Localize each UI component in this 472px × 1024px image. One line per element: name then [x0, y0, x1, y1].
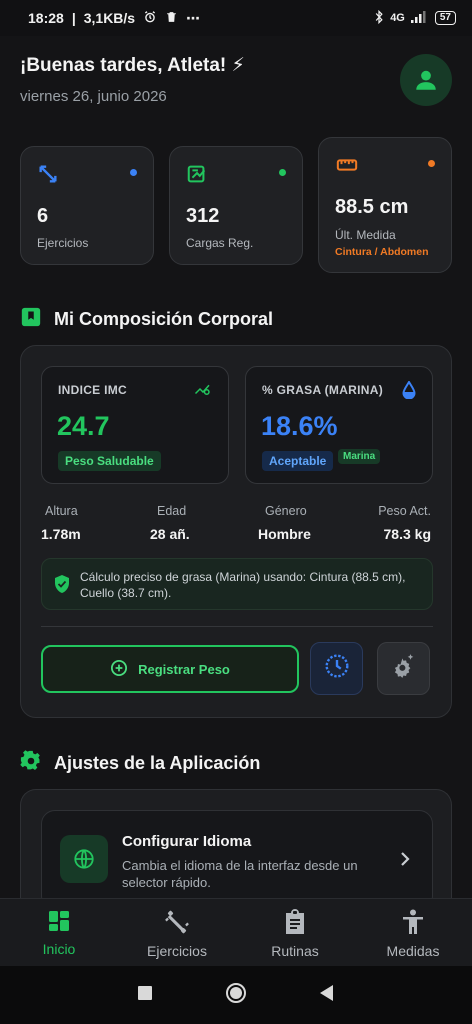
bottom-navigation: Inicio Ejercicios Rutinas Medidas — [0, 898, 472, 966]
body-fat-status-badge: Aceptable — [262, 451, 334, 471]
home-button[interactable] — [225, 982, 247, 1009]
plus-circle-icon — [110, 659, 128, 680]
history-clock-icon — [324, 653, 350, 684]
signal-icon — [410, 10, 429, 26]
last-measure-area: Cintura / Abdomen — [335, 246, 429, 258]
globe-icon-container — [60, 835, 108, 883]
gear-icon — [20, 750, 42, 777]
nav-label: Inicio — [42, 941, 76, 957]
age-label: Edad — [157, 504, 187, 518]
status-separator: | — [71, 10, 76, 26]
exercises-count: 6 — [37, 205, 49, 227]
imc-value: 24.7 — [57, 411, 110, 441]
nav-item-medidas[interactable]: Medidas — [354, 899, 472, 966]
arrows-diagonal-icon — [37, 163, 59, 190]
notice-text: Cálculo preciso de grasa (Marina) usando… — [80, 570, 406, 600]
stat-card-last-measure[interactable]: 88.5 cm Últ. Medida Cintura / Abdomen — [318, 137, 452, 273]
shield-check-icon — [54, 575, 70, 598]
nav-item-ejercicios[interactable]: Ejercicios — [118, 899, 236, 966]
battery-icon: 57 — [434, 11, 456, 25]
history-button[interactable] — [310, 642, 363, 695]
globe-icon — [74, 849, 94, 869]
section-title-text: Mi Composición Corporal — [54, 309, 274, 329]
body-fat-card[interactable]: % GRASA (MARINA) 18.6% Aceptable Marina — [245, 366, 433, 484]
height-value: 1.78m — [41, 526, 81, 542]
person-icon — [403, 909, 423, 934]
current-date: viernes 26, junio 2026 — [20, 88, 167, 105]
recents-button[interactable] — [137, 985, 153, 1006]
status-dot — [428, 160, 435, 167]
bluetooth-icon — [374, 9, 384, 27]
status-time: 18:28 — [28, 10, 64, 26]
calculation-notice: Cálculo preciso de grasa (Marina) usando… — [41, 558, 433, 610]
section-title-text: Ajustes de la Aplicación — [54, 753, 261, 773]
weight-value: 78.3 kg — [383, 526, 431, 542]
nav-item-rutinas[interactable]: Rutinas — [236, 899, 354, 966]
system-navigation-bar — [0, 966, 472, 1024]
alarm-icon — [143, 10, 157, 27]
dashboard-icon — [49, 911, 69, 931]
weight-log-icon — [186, 163, 208, 190]
profile-avatar-button[interactable] — [400, 54, 452, 106]
register-weight-label: Registrar Peso — [138, 661, 230, 677]
nav-item-inicio[interactable]: Inicio — [0, 899, 118, 966]
drop-icon — [402, 380, 416, 404]
loads-count: 312 — [186, 205, 220, 227]
nav-label: Rutinas — [271, 943, 319, 959]
imc-label: INDICE IMC — [58, 383, 127, 397]
language-item-description: Cambia el idioma de la interfaz desde un… — [122, 858, 358, 890]
method-badge: Marina — [338, 449, 381, 464]
last-measure-label: Últ. Medida — [335, 228, 396, 242]
gender-value: Hombre — [258, 526, 311, 542]
back-button[interactable] — [319, 984, 335, 1007]
imc-status-badge: Peso Saludable — [58, 451, 161, 471]
section-title-app-settings: Ajustes de la Aplicación — [20, 750, 260, 777]
nav-label: Medidas — [386, 943, 440, 959]
loads-label: Cargas Reg. — [186, 236, 254, 250]
trend-icon — [194, 381, 212, 402]
stat-card-exercises[interactable]: 6 Ejercicios — [20, 146, 154, 265]
gear-sparkle-icon — [391, 653, 417, 684]
status-speed: 3,1KB/s — [83, 10, 136, 26]
more-icon: ⋯ — [186, 9, 201, 26]
ruler-icon — [335, 154, 359, 181]
dumbbell-icon — [165, 910, 189, 934]
status-dot — [279, 169, 286, 176]
body-fat-value: 18.6% — [261, 411, 338, 441]
exercises-label: Ejercicios — [37, 236, 89, 250]
greeting-text: ¡Buenas tardes, Atleta! ⚡ — [20, 55, 245, 76]
network-type: 4G — [390, 12, 405, 24]
status-dot — [130, 169, 137, 176]
weight-label: Peso Act. — [378, 504, 431, 518]
user-icon — [416, 70, 436, 90]
body-fat-label: % GRASA (MARINA) — [262, 383, 384, 397]
language-item-title: Configurar Idioma — [122, 833, 252, 850]
clipboard-icon — [286, 909, 304, 934]
status-bar: 18:28 | 3,1KB/s ⋯ 4G 57 — [0, 0, 472, 36]
bookmark-icon — [20, 306, 42, 333]
gender-label: Género — [265, 504, 307, 518]
chevron-right-icon — [400, 851, 410, 872]
section-title-body-composition: Mi Composición Corporal — [20, 306, 273, 333]
divider — [41, 626, 433, 627]
age-value: 28 añ. — [150, 526, 190, 542]
settings-button[interactable] — [377, 642, 430, 695]
trash-icon — [165, 10, 178, 27]
stat-card-loads[interactable]: 312 Cargas Reg. — [169, 146, 303, 265]
configure-language-item[interactable]: Configurar Idioma Cambia el idioma de la… — [41, 810, 433, 910]
nav-label: Ejercicios — [147, 943, 207, 959]
register-weight-button[interactable]: Registrar Peso — [41, 645, 299, 693]
last-measure-value: 88.5 cm — [335, 196, 409, 218]
body-composition-panel: INDICE IMC 24.7 Peso Saludable % GRASA (… — [20, 345, 452, 718]
height-label: Altura — [45, 504, 78, 518]
imc-card[interactable]: INDICE IMC 24.7 Peso Saludable — [41, 366, 229, 484]
